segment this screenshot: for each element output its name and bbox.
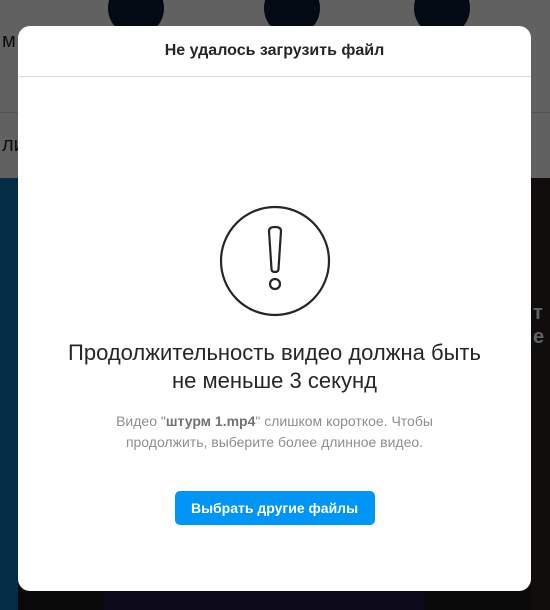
dialog-body: Продолжительность видео должна быть не м…: [18, 77, 531, 525]
file-name: штурм 1.mp4: [165, 413, 256, 429]
error-message: Продолжительность видео должна быть не м…: [40, 339, 510, 395]
upload-error-dialog: Не удалось загрузить файл Продолжительно…: [18, 26, 531, 591]
dialog-header: Не удалось загрузить файл: [18, 26, 531, 77]
exclamation-circle-icon: [219, 205, 330, 317]
error-message-line: Продолжительность видео должна быть: [68, 340, 481, 365]
select-other-files-button[interactable]: Выбрать другие файлы: [174, 491, 375, 525]
error-detail: Видео "штурм 1.mp4" слишком короткое. Чт…: [75, 411, 475, 453]
dialog-title: Не удалось загрузить файл: [164, 42, 385, 59]
error-message-line: не меньше 3 секунд: [172, 368, 377, 393]
error-detail-prefix: Видео ": [116, 413, 166, 429]
